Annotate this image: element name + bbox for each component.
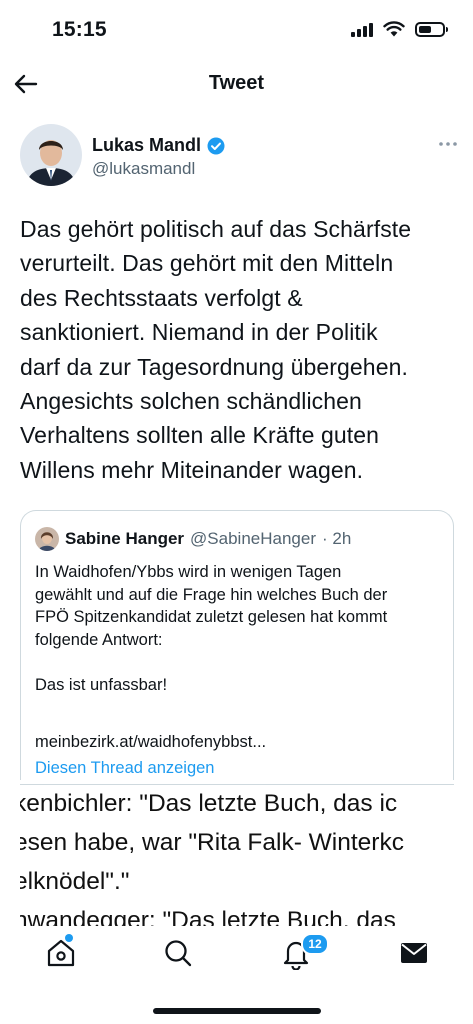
quote-text: In Waidhofen/Ybbs wird in wenigen Tagen … [35, 563, 388, 694]
nav-header: Tweet [0, 64, 473, 106]
wifi-icon [383, 21, 405, 37]
home-indicator [153, 1008, 321, 1014]
avatar[interactable] [20, 124, 82, 186]
verified-badge-icon [207, 137, 225, 154]
author-name-row: Lukas Mandl [92, 135, 225, 156]
quote-link[interactable]: meinbezirk.at/waidhofenybbst... [35, 733, 266, 752]
tweet-text: Das gehört politisch auf das Schärfste v… [20, 216, 412, 483]
author-handle[interactable]: @lukasmandl [92, 159, 195, 179]
cellular-signal-icon [351, 21, 373, 37]
media-preview[interactable]: kenbichler: "Das letzte Buch, das ic ese… [20, 786, 454, 926]
more-options-icon[interactable] [438, 140, 458, 148]
status-time: 15:15 [52, 18, 107, 41]
status-bar: 15:15 [0, 0, 473, 64]
messages-icon[interactable] [397, 936, 431, 970]
author-name[interactable]: Lukas Mandl [92, 135, 201, 156]
preview-line: esen habe, war "Rita Falk- Winterkc [20, 829, 404, 856]
home-icon[interactable] [44, 936, 78, 970]
show-thread-link[interactable]: Diesen Thread anzeigen [35, 759, 215, 778]
page-title: Tweet [208, 72, 265, 94]
tweet-author: Lukas Mandl @lukasmandl [20, 124, 460, 190]
preview-line: hwandegger: "Das letzte Buch, das [20, 907, 396, 926]
divider [20, 784, 454, 785]
battery-icon [415, 21, 448, 37]
bottom-tab-bar: 12 [0, 926, 473, 1024]
quote-author-row: Sabine Hanger @SabineHanger · 2h [35, 527, 351, 551]
quote-author-handle: @SabineHanger [190, 529, 316, 548]
quote-timestamp: · 2h [322, 529, 352, 548]
notification-count-badge: 12 [301, 933, 329, 955]
preview-line: kenbichler: "Das letzte Buch, das ic [20, 790, 398, 817]
search-icon[interactable] [161, 936, 195, 970]
preview-line: elknödel"." [20, 868, 130, 895]
battery-level [419, 25, 431, 33]
quote-author-name: Sabine Hanger [65, 529, 185, 548]
status-icons [351, 21, 448, 37]
quote-avatar [35, 527, 59, 551]
home-unread-dot [65, 934, 73, 942]
quoted-tweet-card[interactable]: Sabine Hanger @SabineHanger · 2h In Waid… [20, 510, 454, 780]
